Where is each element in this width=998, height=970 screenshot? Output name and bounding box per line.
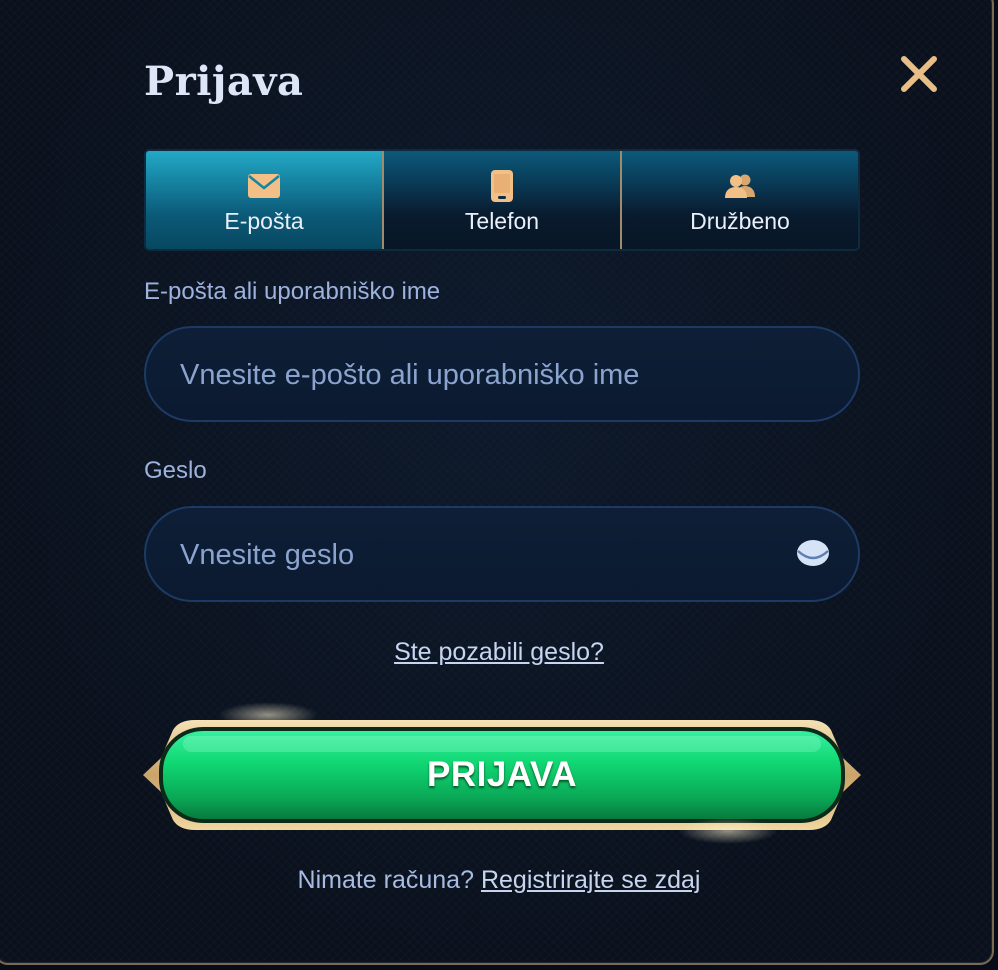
password-visibility-toggle[interactable] [796, 538, 830, 568]
submit-button-label: PRIJAVA [426, 755, 577, 794]
modal-title: Prijava [144, 58, 304, 105]
email-field-wrapper [144, 326, 860, 422]
password-field-label: Geslo [144, 457, 207, 484]
close-icon [901, 56, 937, 92]
login-method-tabs: E-pošta Telefon Družbeno [144, 149, 860, 251]
email-field-label: E-pošta ali uporabniško ime [144, 278, 441, 305]
eye-icon [797, 540, 829, 566]
users-icon [725, 174, 755, 198]
tab-phone[interactable]: Telefon [382, 151, 620, 249]
email-field[interactable] [178, 328, 782, 422]
login-submit-button[interactable]: PRIJAVA [143, 718, 861, 832]
register-link[interactable]: Registrirajte se zdaj [481, 866, 701, 894]
tab-email[interactable]: E-pošta [146, 151, 382, 249]
tab-email-label: E-pošta [224, 207, 304, 234]
button-sparkle [678, 818, 778, 844]
tab-social-label: Družbeno [690, 207, 790, 234]
tab-social[interactable]: Družbeno [620, 151, 858, 249]
phone-icon [491, 169, 513, 202]
envelope-icon [248, 173, 280, 198]
register-prompt: Nimate računa? [297, 866, 474, 894]
forgot-password-link[interactable]: Ste pozabili geslo? [394, 638, 604, 666]
password-field[interactable] [178, 508, 782, 602]
close-button[interactable] [899, 54, 939, 94]
forgot-password-row: Ste pozabili geslo? [0, 638, 998, 667]
tab-phone-label: Telefon [464, 207, 540, 234]
register-row: Nimate računa? Registrirajte se zdaj [0, 866, 998, 895]
password-field-wrapper [144, 506, 860, 602]
